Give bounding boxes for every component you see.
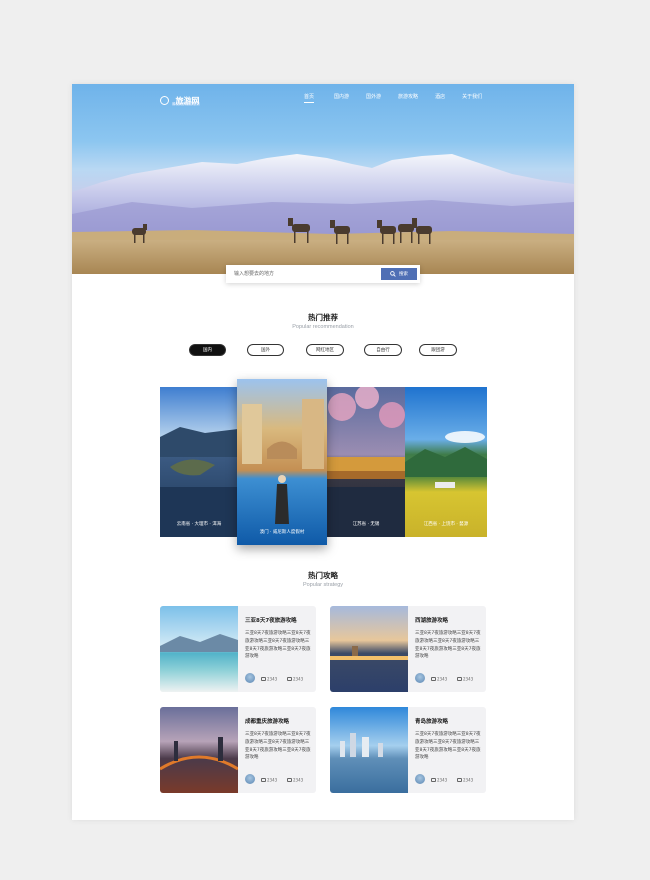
recommend-subtitle: Popular recommendation [292,324,354,330]
logo-icon [160,96,169,106]
strategy-description: 三亚8天7夜旅游攻略三亚8天7夜旅游攻略三亚8天7夜旅游攻略三亚8天7夜旅游攻略… [415,631,481,660]
recommend-card[interactable]: 江西省 · 上饶市 · 婺源 [405,387,487,537]
avatar [415,774,425,784]
card-label: 澳门 · 威尼斯人度假村 [259,530,305,535]
recommend-title: 热门推荐 [308,313,338,322]
comments-stat[interactable]: 2343 [457,676,473,682]
comments-stat[interactable]: 2343 [457,777,473,783]
strategy-description: 三亚8天7夜旅游攻略三亚8天7夜旅游攻略三亚8天7夜旅游攻略三亚8天7夜旅游攻略… [415,732,481,761]
nav-menu: 首页 国内游 国外游 旅游攻略 酒店 关于我们 [304,93,482,103]
likes-count: 2343 [267,777,278,783]
tab-free-travel[interactable]: 自由行 [364,344,402,356]
avatar [415,673,425,683]
thumbs-up-icon [261,677,266,681]
recommend-card[interactable]: 云南省 · 大理市 · 洱海 [160,387,238,537]
recommend-card-featured[interactable]: 澳门 · 威尼斯人度假村 [237,379,327,545]
card-label: 江西省 · 上饶市 · 婺源 [423,522,469,527]
recommend-card[interactable]: 江苏省 · 无锡 [327,387,405,537]
strategy-image-qingdao [330,707,408,793]
likes-count: 2343 [267,676,278,682]
strategy-title-text: 西湖旅游攻略 [415,618,449,624]
search-icon [390,271,396,277]
card-label: 云南省 · 大理市 · 洱海 [176,522,222,527]
strategy-footer: 2343 2343 [245,774,313,784]
hero-landscape-image [72,154,574,274]
card-image-wuxi [327,387,405,537]
search-input[interactable]: 输入想要去的地方 [234,270,374,277]
likes-stat[interactable]: 2343 [261,676,277,682]
thumbs-up-icon [261,778,266,782]
strategy-title-text: 三亚8天7夜旅游攻略 [245,618,297,624]
nav-item-guides[interactable]: 旅游攻略 [398,93,418,100]
logo-tagline: 最权威的旅游服务 [172,102,200,106]
strategy-title-text: 成都重庆旅游攻略 [245,719,290,725]
strategy-card[interactable]: 成都重庆旅游攻略 三亚8天7夜旅游攻略三亚8天7夜旅游攻略三亚8天7夜旅游攻略三… [160,707,316,793]
likes-count: 2343 [437,777,448,783]
strategy-image-westlake [330,606,408,692]
avatar [245,673,255,683]
strategy-footer: 2343 2343 [415,774,483,784]
strategy-image-chongqing [160,707,238,793]
comments-stat[interactable]: 2343 [287,777,303,783]
nav-item-about[interactable]: 关于我们 [462,93,482,100]
tab-domestic[interactable]: 国内 [189,344,226,356]
card-image-lake [160,387,238,537]
comments-stat[interactable]: 2343 [287,676,303,682]
strategy-card[interactable]: 青岛旅游攻略 三亚8天7夜旅游攻略三亚8天7夜旅游攻略三亚8天7夜旅游攻略三亚8… [330,707,486,793]
comments-count: 2343 [463,676,474,682]
search-button-label: 搜索 [399,272,408,277]
search-button[interactable]: 搜索 [381,268,417,280]
likes-stat[interactable]: 2343 [431,676,447,682]
tab-abroad[interactable]: 国外 [247,344,284,356]
strategy-card[interactable]: 西湖旅游攻略 三亚8天7夜旅游攻略三亚8天7夜旅游攻略三亚8天7夜旅游攻略三亚8… [330,606,486,692]
nav-item-home[interactable]: 首页 [304,93,315,103]
strategy-card[interactable]: 三亚8天7夜旅游攻略 三亚8天7夜旅游攻略三亚8天7夜旅游攻略三亚8天7夜旅游攻… [160,606,316,692]
avatar [245,774,255,784]
comments-count: 2343 [293,777,304,783]
likes-stat[interactable]: 2343 [431,777,447,783]
strategy-title-text: 青岛旅游攻略 [415,719,449,725]
comments-count: 2343 [293,676,304,682]
strategy-title: 热门攻略 [308,571,338,580]
strategy-footer: 2343 2343 [245,673,313,683]
nav-item-domestic[interactable]: 国内游 [334,93,349,100]
nav-item-abroad[interactable]: 国外游 [366,93,381,100]
tab-internet-famous[interactable]: 网红地区 [306,344,344,356]
comment-icon [457,778,462,782]
hero-banner: 旅游网 最权威的旅游服务 首页 国内游 国外游 旅游攻略 酒店 关于我们 [72,84,574,274]
card-label: 江苏省 · 无锡 [352,522,380,527]
likes-stat[interactable]: 2343 [261,777,277,783]
comments-count: 2343 [463,777,474,783]
comment-icon [287,778,292,782]
strategy-description: 三亚8天7夜旅游攻略三亚8天7夜旅游攻略三亚8天7夜旅游攻略三亚8天7夜旅游攻略… [245,631,311,660]
comment-icon [457,677,462,681]
thumbs-up-icon [431,677,436,681]
top-navigation: 旅游网 最权威的旅游服务 首页 国内游 国外游 旅游攻略 酒店 关于我们 [72,84,574,110]
site-logo[interactable]: 旅游网 最权威的旅游服务 [160,92,200,110]
strategy-image-sanya [160,606,238,692]
strategy-footer: 2343 2343 [415,673,483,683]
strategy-description: 三亚8天7夜旅游攻略三亚8天7夜旅游攻略三亚8天7夜旅游攻略三亚8天7夜旅游攻略… [245,732,311,761]
card-image-venetian [237,379,327,545]
card-image-wuyuan [405,387,487,537]
strategy-subtitle: Popular strategy [302,582,344,588]
comment-icon [287,677,292,681]
thumbs-up-icon [431,778,436,782]
nav-item-hotel[interactable]: 酒店 [435,93,445,100]
tab-group-tour[interactable]: 跟团游 [419,344,457,356]
search-bar: 输入想要去的地方 搜索 [226,265,420,283]
likes-count: 2343 [437,676,448,682]
page-container: 旅游网 最权威的旅游服务 首页 国内游 国外游 旅游攻略 酒店 关于我们 输入想… [72,84,574,820]
